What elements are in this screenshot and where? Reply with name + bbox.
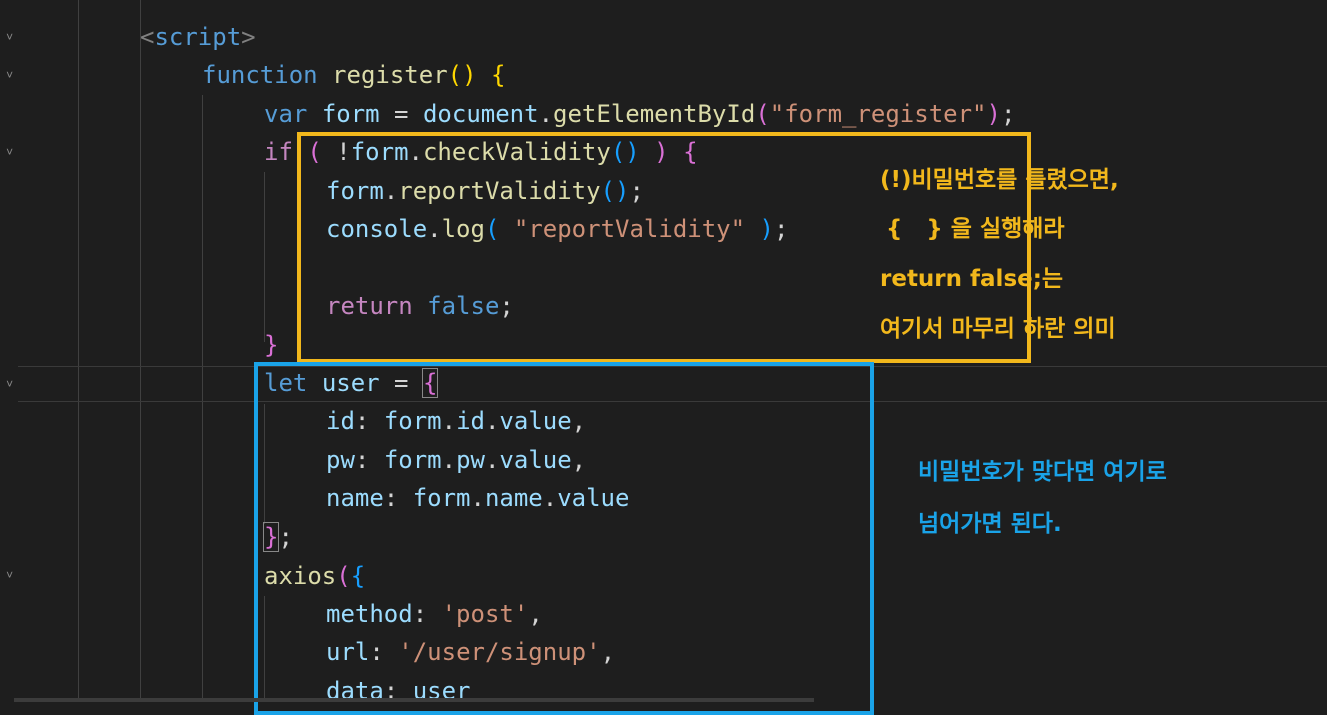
indent-guide [140, 0, 141, 702]
annotation-run-block: { } 을 실행해라 [886, 216, 1065, 242]
method-name: getElementById [553, 100, 756, 128]
tag-close-bracket: > [241, 23, 256, 51]
code-line-3[interactable]: var form = document.getElementById("form… [264, 95, 1015, 133]
brace: } [264, 331, 279, 359]
dot: . [538, 100, 554, 128]
object: document [422, 100, 539, 128]
indent-guide [78, 0, 79, 702]
parens: () [447, 61, 477, 89]
paren-open: ( [755, 100, 770, 128]
gutter-fold-icon[interactable]: ˅ [6, 68, 13, 83]
string-literal: "form_register" [769, 100, 987, 128]
annotation-password-correct: 비밀번호가 맞다면 여기로 [918, 459, 1167, 485]
annotation-wrong-password: (!)비밀번호를 틀렸으면, [880, 167, 1119, 193]
gutter-fold-icon[interactable]: ˅ [6, 145, 13, 160]
indent-guide [264, 172, 265, 342]
keyword: var [264, 100, 308, 128]
gutter-fold-icon[interactable]: ˅ [6, 568, 13, 583]
annotation-finish-here: 여기서 마무리 하란 의미 [880, 316, 1116, 342]
code-line-2[interactable]: function register() { [202, 56, 505, 94]
function-name: register [332, 61, 448, 89]
tag-name: script [154, 23, 242, 51]
gutter-fold-icon[interactable]: ˅ [6, 377, 13, 392]
gutter-fold-icon[interactable]: ˅ [6, 30, 13, 45]
paren-close: ) [986, 100, 1001, 128]
semicolon: ; [1000, 100, 1016, 128]
horizontal-scrollbar[interactable] [14, 698, 814, 702]
code-editor[interactable]: ˅ ˅ ˅ ˅ ˅ <script> function register() {… [0, 0, 1327, 715]
tag-open-bracket: < [140, 23, 155, 51]
highlight-box-success-block [254, 362, 874, 715]
code-line-1[interactable]: <script> [140, 18, 256, 56]
keyword: function [202, 61, 318, 89]
code-line-9[interactable]: } [264, 326, 278, 364]
brace: { [491, 61, 506, 89]
annotation-return-false: return false;는 [880, 266, 1064, 292]
annotation-move-on: 넘어가면 된다. [918, 511, 1062, 537]
keyword: if [264, 138, 293, 166]
variable: form [321, 100, 380, 128]
operator: = [379, 100, 423, 128]
